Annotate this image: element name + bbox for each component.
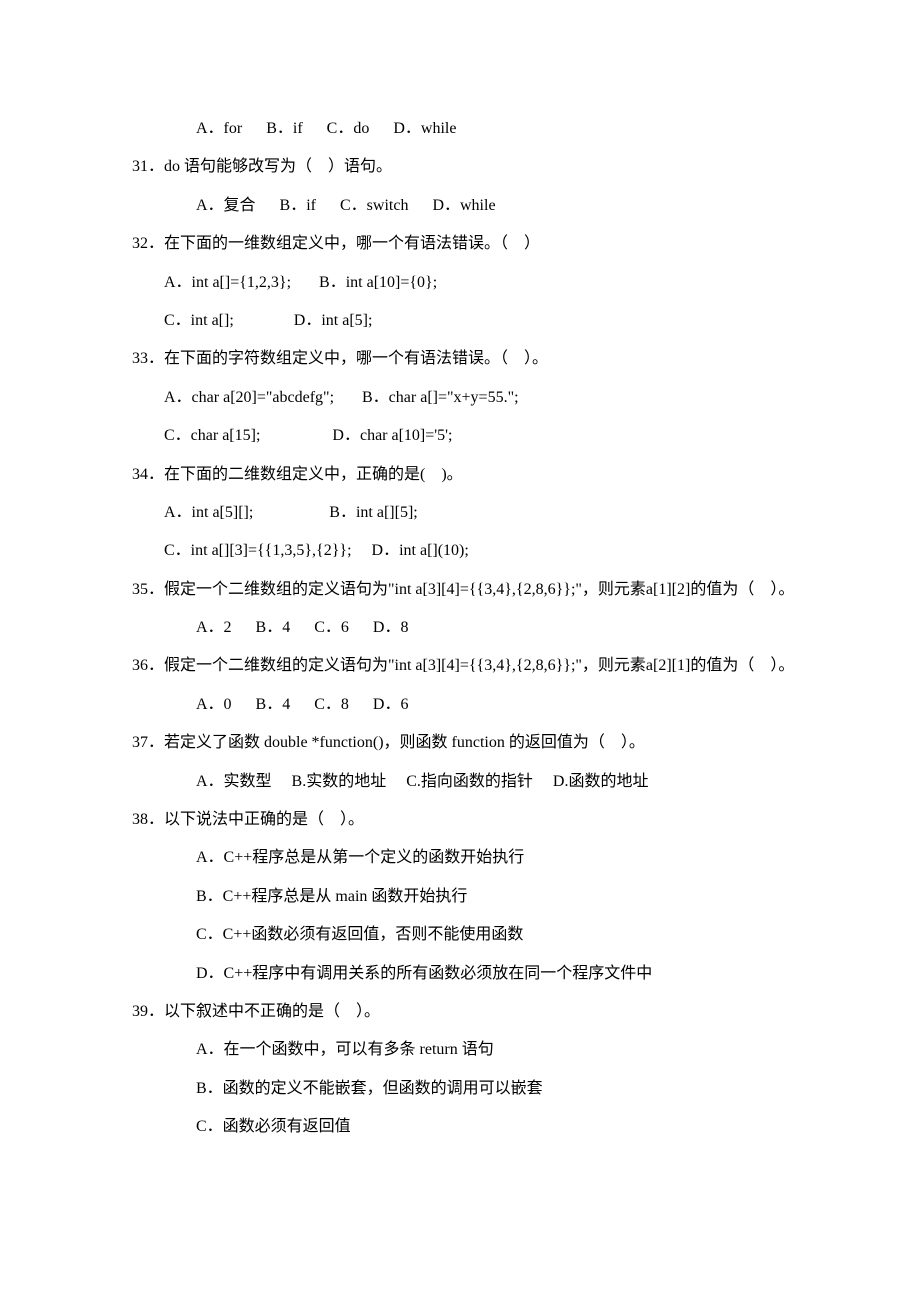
question-31-options: A．复合 B．if C．switch D．while bbox=[100, 187, 820, 225]
question-33: 33．在下面的字符数组定义中，哪一个有语法错误。（ ）。 bbox=[100, 340, 820, 378]
question-32-options-ab: A．int a[]={1,2,3}; B．int a[10]={0}; bbox=[100, 264, 820, 302]
question-39-option-b: B．函数的定义不能嵌套，但函数的调用可以嵌套 bbox=[100, 1070, 820, 1108]
question-38-option-d: D．C++程序中有调用关系的所有函数必须放在同一个程序文件中 bbox=[100, 955, 820, 993]
document-page: A．for B．if C．do D．while 31．do 语句能够改写为（ ）… bbox=[0, 0, 920, 1247]
question-34: 34．在下面的二维数组定义中，正确的是( )。 bbox=[100, 456, 820, 494]
question-34-options-ab: A．int a[5][]; B．int a[][5]; bbox=[100, 494, 820, 532]
question-38-option-a: A．C++程序总是从第一个定义的函数开始执行 bbox=[100, 839, 820, 877]
question-33-options-cd: C．char a[15]; D．char a[10]='5'; bbox=[100, 417, 820, 455]
question-30-options: A．for B．if C．do D．while bbox=[100, 110, 820, 148]
question-37-options: A．实数型 B.实数的地址 C.指向函数的指针 D.函数的地址 bbox=[100, 763, 820, 801]
question-36-options: A．0 B．4 C．8 D．6 bbox=[100, 686, 820, 724]
question-39-option-c: C．函数必须有返回值 bbox=[100, 1108, 820, 1146]
question-38: 38．以下说法中正确的是（ ）。 bbox=[100, 801, 820, 839]
question-38-option-b: B．C++程序总是从 main 函数开始执行 bbox=[100, 878, 820, 916]
question-36: 36．假定一个二维数组的定义语句为"int a[3][4]={{3,4},{2,… bbox=[100, 647, 820, 685]
question-33-options-ab: A．char a[20]="abcdefg"; B．char a[]="x+y=… bbox=[100, 379, 820, 417]
question-38-option-c: C．C++函数必须有返回值，否则不能使用函数 bbox=[100, 916, 820, 954]
question-37: 37．若定义了函数 double *function()，则函数 functio… bbox=[100, 724, 820, 762]
question-35: 35．假定一个二维数组的定义语句为"int a[3][4]={{3,4},{2,… bbox=[100, 571, 820, 609]
question-39: 39．以下叙述中不正确的是（ ）。 bbox=[100, 993, 820, 1031]
question-31: 31．do 语句能够改写为（ ）语句。 bbox=[100, 148, 820, 186]
question-32-options-cd: C．int a[]; D．int a[5]; bbox=[100, 302, 820, 340]
question-34-options-cd: C．int a[][3]={{1,3,5},{2}}; D．int a[](10… bbox=[100, 532, 820, 570]
question-39-option-a: A．在一个函数中，可以有多条 return 语句 bbox=[100, 1031, 820, 1069]
question-35-options: A．2 B．4 C．6 D．8 bbox=[100, 609, 820, 647]
question-32: 32．在下面的一维数组定义中，哪一个有语法错误。（ ） bbox=[100, 225, 820, 263]
